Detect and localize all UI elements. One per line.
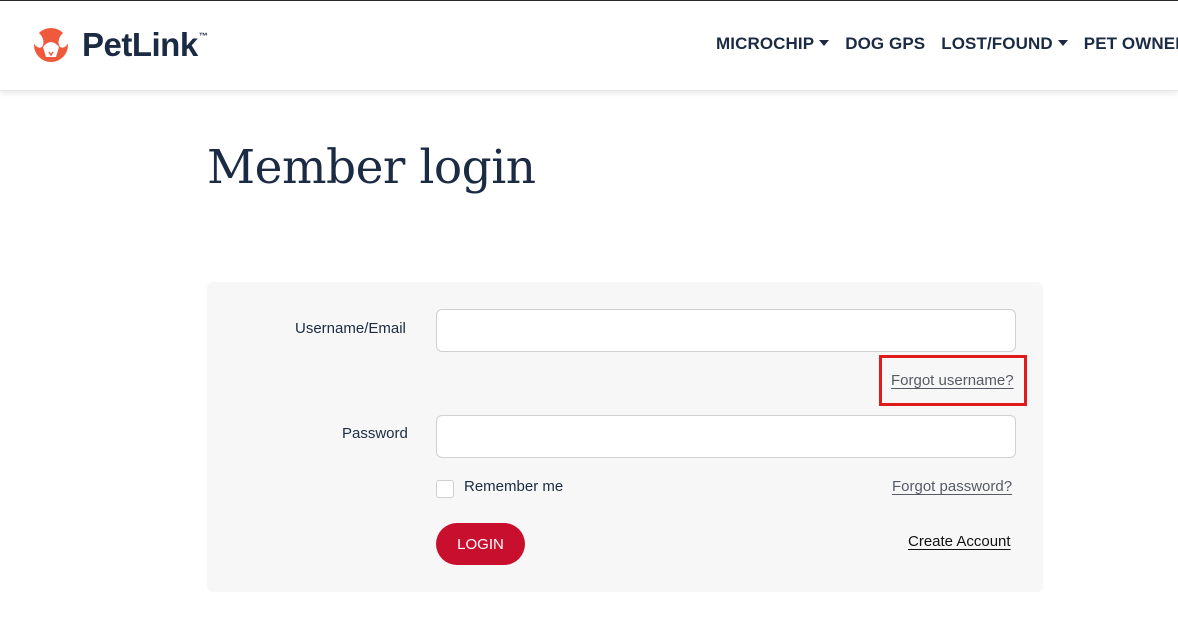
- forgot-password-link[interactable]: Forgot password?: [892, 478, 1012, 495]
- nav-dog-gps-label: DOG GPS: [845, 34, 926, 53]
- nav-pet-owner-label: PET OWNER: [1083, 34, 1178, 53]
- create-account-link[interactable]: Create Account: [908, 533, 1011, 550]
- nav-lost-found[interactable]: LOST/FOUND: [941, 34, 1068, 54]
- pet-logo-icon: [30, 27, 72, 63]
- remember-me-label[interactable]: Remember me: [464, 478, 563, 495]
- username-label: Username/Email: [295, 320, 406, 337]
- login-form-card: Username/Email Forgot username? Password…: [207, 282, 1043, 592]
- forgot-username-link[interactable]: Forgot username?: [891, 372, 1014, 389]
- caret-down-icon: [819, 40, 830, 46]
- password-label: Password: [342, 425, 408, 442]
- caret-down-icon: [1057, 40, 1068, 46]
- login-button[interactable]: LOGIN: [436, 523, 525, 565]
- page-title: Member login: [207, 140, 536, 195]
- site-header: PetLink ™ MICROCHIP DOG GPS LOST/FOUND P…: [0, 1, 1178, 91]
- password-input[interactable]: [436, 415, 1016, 458]
- nav-pet-owner[interactable]: PET OWNER: [1084, 34, 1178, 54]
- nav-lost-found-label: LOST/FOUND: [941, 34, 1053, 53]
- main-nav: MICROCHIP DOG GPS LOST/FOUND PET OWNER: [716, 32, 1178, 56]
- username-input[interactable]: [436, 309, 1016, 352]
- trademark-symbol: ™: [198, 31, 208, 41]
- nav-microchip-label: MICROCHIP: [716, 34, 815, 53]
- nav-dog-gps[interactable]: DOG GPS: [845, 34, 925, 54]
- remember-me-checkbox[interactable]: [436, 480, 454, 498]
- petlink-logo[interactable]: PetLink ™: [30, 25, 208, 65]
- nav-microchip[interactable]: MICROCHIP: [716, 34, 830, 54]
- logo-wordmark: PetLink: [82, 26, 198, 63]
